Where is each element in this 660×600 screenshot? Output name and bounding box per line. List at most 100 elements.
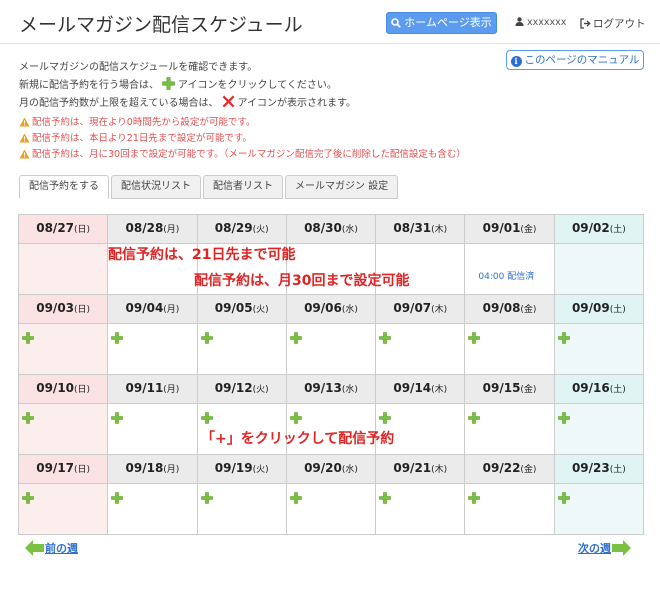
calendar-day-of-week: (日) <box>74 225 91 235</box>
warning-icon <box>19 133 30 143</box>
calendar-day-cell <box>375 323 466 375</box>
add-reservation-plus-icon[interactable] <box>290 489 302 508</box>
calendar-date-header: 09/16(土) <box>553 374 645 404</box>
calendar-day-of-week: (土) <box>609 305 626 315</box>
calendar-date-header: 09/15(金) <box>464 374 555 404</box>
calendar-date: 09/01 <box>482 221 521 235</box>
calendar-day-cell <box>17 403 109 455</box>
calendar-date-header: 09/23(土) <box>553 454 645 484</box>
calendar-date-header: 09/03(日) <box>17 294 109 324</box>
calendar-date-header: 09/11(月) <box>107 374 198 404</box>
calendar-date-header: 08/30(水) <box>285 214 377 244</box>
tab-sender-list[interactable]: 配信者リスト <box>203 175 283 199</box>
manual-button-label: このページのマニュアル <box>524 54 640 66</box>
intro-line-2: 新規に配信予約を行う場合は、 アイコンをクリックしてください。 <box>19 77 356 95</box>
calendar-date-header: 08/27(日) <box>17 214 109 244</box>
header: メールマガジン配信スケジュール ホームページ表示 xxxxxxx ログアウト <box>0 0 660 44</box>
homepage-button-label: ホームページ表示 <box>404 16 492 29</box>
calendar-day-of-week: (土) <box>609 385 626 395</box>
calendar-day-of-week: (水) <box>341 225 358 235</box>
calendar-date: 09/07 <box>393 301 432 315</box>
add-reservation-plus-icon[interactable] <box>200 329 213 348</box>
add-reservation-plus-icon[interactable] <box>111 329 124 348</box>
add-reservation-plus-icon[interactable] <box>200 409 213 428</box>
add-reservation-plus-icon[interactable] <box>111 409 124 428</box>
calendar-day-cell <box>17 243 109 295</box>
calendar-day-of-week: (日) <box>74 385 91 395</box>
calendar-day-of-week: (火) <box>252 225 269 235</box>
calendar-date: 09/13 <box>304 381 342 395</box>
calendar-date: 09/18 <box>125 461 164 475</box>
calendar-day-cell <box>107 483 198 535</box>
homepage-button[interactable]: ホームページ表示 <box>386 12 497 34</box>
calendar-date: 08/31 <box>393 221 432 235</box>
calendar-day-of-week: (木) <box>431 305 448 315</box>
calendar-date-header: 08/29(火) <box>196 214 287 244</box>
calendar-day-of-week: (土) <box>609 465 626 475</box>
calendar-day-cell <box>196 483 287 535</box>
calendar-day-of-week: (木) <box>431 385 448 395</box>
calendar-day-of-week: (木) <box>431 225 448 235</box>
warning-line: 配信予約は、本日より21日先まで設定が可能です。 <box>19 131 466 147</box>
arrow-right-icon <box>612 540 631 556</box>
add-reservation-plus-icon[interactable] <box>290 329 302 348</box>
calendar-day-of-week: (火) <box>252 305 269 315</box>
x-icon <box>222 95 234 108</box>
calendar-day-of-week: (月) <box>163 465 180 475</box>
add-reservation-plus-icon[interactable] <box>379 329 391 348</box>
calendar-day-of-week: (水) <box>341 385 358 395</box>
add-reservation-plus-icon[interactable] <box>468 489 481 508</box>
calendar-slot-row <box>17 323 645 375</box>
page-title: メールマガジン配信スケジュール <box>19 14 303 36</box>
add-reservation-plus-icon[interactable] <box>290 409 302 428</box>
calendar-date: 09/16 <box>571 381 610 395</box>
calendar-day-of-week: (金) <box>520 225 537 235</box>
intro-text: メールマガジンの配信スケジュールを確認できます。 新規に配信予約を行う場合は、ア… <box>19 59 356 113</box>
add-reservation-plus-icon[interactable] <box>22 409 34 428</box>
add-reservation-plus-icon[interactable] <box>557 489 570 508</box>
tab-delivery-status[interactable]: 配信状況リスト <box>111 175 201 199</box>
calendar-date-header: 09/09(土) <box>553 294 645 324</box>
calendar-day-of-week: (火) <box>252 385 269 395</box>
calendar-date: 09/14 <box>393 381 432 395</box>
calendar-day-cell <box>553 243 645 295</box>
calendar-day-of-week: (日) <box>74 305 91 315</box>
calendar-day-of-week: (火) <box>252 465 269 475</box>
calendar-date: 09/09 <box>571 301 610 315</box>
calendar-date: 09/04 <box>125 301 164 315</box>
tab-settings[interactable]: メールマガジン 設定 <box>285 175 399 199</box>
tab-reserve[interactable]: 配信予約をする <box>19 175 109 199</box>
logout-label: ログアウト <box>593 18 646 30</box>
calendar-day-of-week: (月) <box>163 305 180 315</box>
calendar-day-cell <box>196 323 287 375</box>
add-reservation-plus-icon[interactable] <box>557 329 570 348</box>
user-info: xxxxxxx <box>515 17 566 28</box>
add-reservation-plus-icon[interactable] <box>379 409 391 428</box>
calendar-day-cell <box>285 483 377 535</box>
add-reservation-plus-icon[interactable] <box>468 329 481 348</box>
calendar-day-of-week: (月) <box>163 225 180 235</box>
calendar-date-header: 09/04(月) <box>107 294 198 324</box>
calendar-slot-row <box>17 483 645 535</box>
next-week-link[interactable]: 次の週 <box>578 540 631 556</box>
calendar-date: 09/05 <box>214 301 253 315</box>
calendar-date: 09/17 <box>36 461 75 475</box>
add-reservation-plus-icon[interactable] <box>22 329 34 348</box>
add-reservation-plus-icon[interactable] <box>111 489 124 508</box>
prev-week-link[interactable]: 前の週 <box>25 540 78 556</box>
calendar-day-of-week: (日) <box>74 465 91 475</box>
warning-line: 配信予約は、月に30回まで設定が可能です。（メールマガジン配信完了後に削除した配… <box>19 147 466 163</box>
add-reservation-plus-icon[interactable] <box>468 409 481 428</box>
add-reservation-plus-icon[interactable] <box>200 489 213 508</box>
calendar-date: 09/02 <box>571 221 610 235</box>
calendar-date-row: 09/03(日) 09/04(月) 09/05(火) 09/06(水) 09/07(木)… <box>17 294 645 324</box>
logout-link[interactable]: ログアウト <box>580 16 646 31</box>
calendar-date: 09/03 <box>36 301 75 315</box>
add-reservation-plus-icon[interactable] <box>557 409 570 428</box>
manual-button[interactable]: i このページのマニュアル <box>506 50 644 70</box>
schedule-entry[interactable]: 04:00 配信済 <box>478 269 550 282</box>
arrow-left-icon <box>25 540 44 556</box>
add-reservation-plus-icon[interactable] <box>379 489 391 508</box>
calendar-date-header: 09/10(日) <box>17 374 109 404</box>
add-reservation-plus-icon[interactable] <box>22 489 34 508</box>
